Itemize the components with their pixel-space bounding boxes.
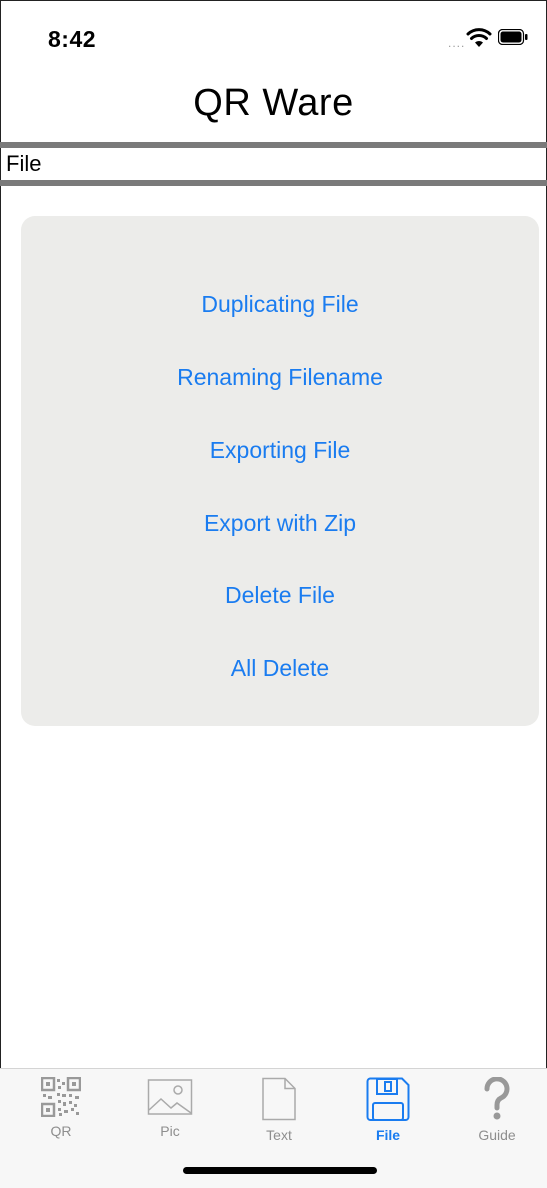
tab-text-label: Text — [266, 1127, 292, 1143]
picture-icon — [147, 1079, 193, 1115]
tab-pic[interactable]: Pic — [130, 1077, 210, 1152]
tab-guide[interactable]: Guide — [457, 1077, 537, 1152]
tab-guide-label: Guide — [478, 1127, 516, 1143]
exporting-file-button[interactable]: Exporting File — [21, 433, 539, 467]
document-icon — [262, 1077, 296, 1121]
section-divider-top — [0, 142, 547, 148]
floppy-disk-icon — [366, 1077, 410, 1121]
file-actions-card: Duplicating File Renaming Filename Expor… — [21, 216, 539, 726]
delete-file-button[interactable]: Delete File — [21, 578, 539, 612]
duplicating-file-button[interactable]: Duplicating File — [21, 287, 539, 321]
renaming-filename-button[interactable]: Renaming Filename — [21, 360, 539, 394]
qr-code-icon — [41, 1077, 81, 1117]
export-with-zip-button[interactable]: Export with Zip — [21, 506, 539, 540]
section-divider-bottom — [0, 180, 547, 186]
battery-icon — [498, 29, 528, 45]
status-bar: 8:42 .... — [0, 0, 547, 80]
wifi-icon — [466, 28, 492, 47]
tab-file-label: File — [375, 1127, 401, 1143]
home-indicator[interactable] — [183, 1167, 377, 1174]
app-title: QR Ware — [193, 82, 354, 124]
all-delete-button[interactable]: All Delete — [21, 651, 539, 685]
tab-qr-label: QR — [50, 1123, 72, 1139]
tab-qr[interactable]: QR — [21, 1077, 101, 1152]
cellular-signal-icon: .... — [448, 36, 466, 50]
section-label: File — [6, 151, 42, 176]
tab-pic-label: Pic — [160, 1123, 180, 1139]
tab-text[interactable]: Text — [239, 1077, 319, 1152]
question-mark-icon — [484, 1077, 510, 1120]
status-time: 8:42 — [48, 26, 97, 52]
tab-file[interactable]: File — [348, 1077, 428, 1152]
